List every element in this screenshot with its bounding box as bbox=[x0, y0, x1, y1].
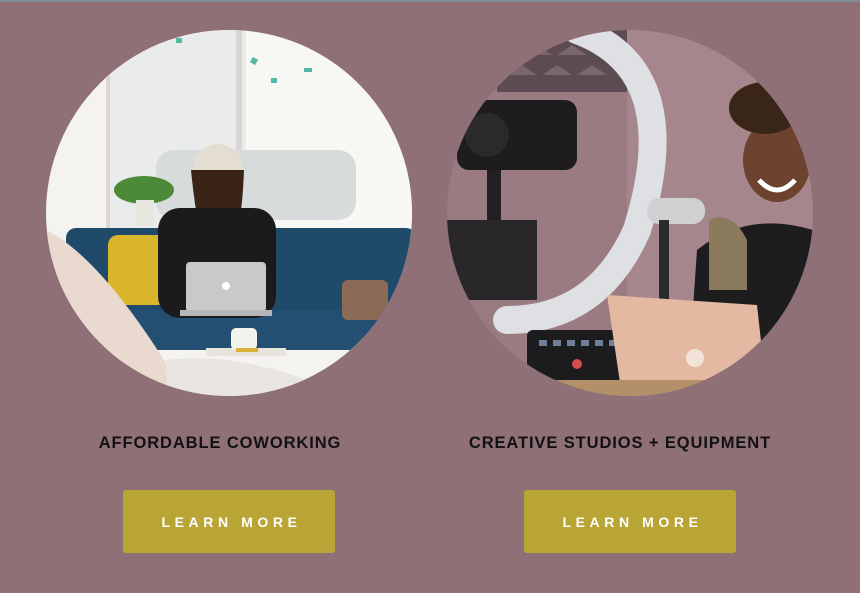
studios-photo bbox=[447, 30, 813, 396]
studios-learn-more-button[interactable]: LEARN MORE bbox=[524, 490, 736, 553]
coworking-card: AFFORDABLE COWORKING LEARN MORE bbox=[19, 2, 439, 593]
studios-card: CREATIVE STUDIOS + EQUIPMENT LEARN MORE bbox=[420, 2, 840, 593]
coworking-photo bbox=[46, 30, 412, 396]
coworking-learn-more-button[interactable]: LEARN MORE bbox=[123, 490, 335, 553]
studios-title: CREATIVE STUDIOS + EQUIPMENT bbox=[468, 434, 772, 452]
coworking-title: AFFORDABLE COWORKING bbox=[98, 434, 342, 452]
